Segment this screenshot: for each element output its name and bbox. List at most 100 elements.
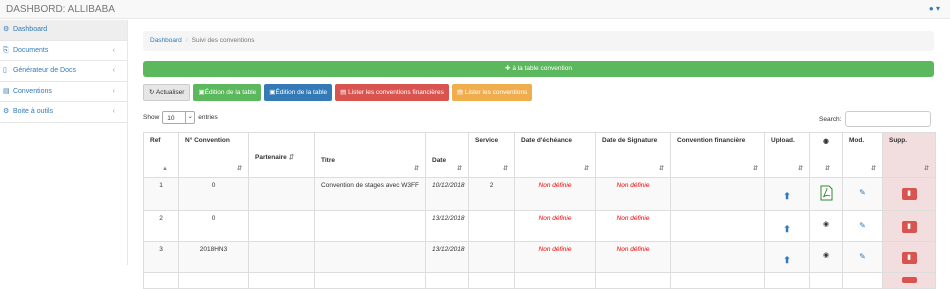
cell-financiere [670, 210, 765, 242]
sidebar-item-generateur[interactable]: ▯ Générateur de Docs ‹ [0, 61, 127, 82]
sort-icon: ⇵ [502, 166, 508, 172]
sidebar-item-label: Boite à outils [12, 108, 54, 115]
eye-icon: ◉ [823, 138, 829, 145]
cell-financiere [670, 177, 765, 211]
chevron-left-icon: ‹ [112, 46, 115, 54]
col-date[interactable]: Date ⇵ [425, 132, 469, 178]
col-upload[interactable]: Upload. ⇵ [764, 132, 810, 178]
search-box: Search: [819, 111, 932, 127]
cell-view [809, 272, 843, 289]
table-row [143, 272, 936, 289]
cell-supp [882, 272, 936, 289]
conventions-table: Ref ▲ N° Convention ⇵ Partenaire ⇵ Titre ⇵ … [143, 132, 936, 289]
sidebar-item-label: Documents [12, 46, 49, 54]
trash-button[interactable]: ▮ [901, 221, 917, 233]
cell-service [468, 210, 515, 242]
cell-partenaire [248, 177, 315, 211]
list-financial-label: Lister les conventions financières [348, 89, 444, 96]
chevron-down-icon: ⌄ [185, 112, 194, 123]
cell-titre: Convention de stages avec W3FF [314, 177, 426, 211]
trash-button[interactable]: ▮ [901, 252, 917, 264]
trash-icon: ▮ [907, 190, 911, 197]
eye-icon[interactable]: ◉ [823, 251, 829, 259]
col-titre[interactable]: Titre ⇵ [314, 132, 426, 178]
cell-signature [595, 272, 671, 289]
col-supp[interactable]: Supp. ⇵ [882, 132, 936, 178]
tools-icon: ⚙ [3, 108, 10, 115]
breadcrumb-home-link[interactable]: Dashboard [150, 37, 182, 44]
upload-icon[interactable]: ⬆ [783, 255, 791, 266]
file-icon: ▯ [3, 67, 7, 74]
col-view[interactable]: ◉ ⇵ [809, 132, 843, 178]
toolbar: ↻ Actualiser ▣Édition de la table ▣Éditi… [143, 84, 535, 101]
refresh-button[interactable]: ↻ Actualiser [143, 84, 191, 101]
cell-date: 10/12/2018 [425, 177, 469, 211]
header-label: Date d'échéance [521, 137, 573, 144]
trash-button[interactable] [901, 277, 917, 283]
cell-signature: Non définie [595, 177, 671, 211]
header-label: Upload. [771, 137, 795, 144]
plus-circle-icon: ✚ [505, 65, 511, 72]
edit-table-label: Édition de la table [275, 89, 328, 96]
upload-icon[interactable]: ⬆ [783, 191, 791, 202]
length-entries-label: entries [198, 114, 218, 121]
header-label: N° Convention [185, 137, 230, 144]
entries-select[interactable]: 10 ⌄ [162, 111, 196, 124]
edit-table-label: Édition de la table [204, 89, 257, 96]
search-label: Search: [819, 115, 842, 123]
user-menu[interactable]: ● ▾ [929, 4, 940, 13]
breadcrumb-current: Suivi des conventions [191, 37, 255, 44]
edit-table-button-green[interactable]: ▣Édition de la table [193, 84, 262, 101]
edit-table-button-blue[interactable]: ▣Édition de la table [264, 84, 333, 101]
sidebar-item-conventions[interactable]: ▤ Conventions ‹ [0, 82, 127, 102]
col-num-convention[interactable]: N° Convention ⇵ [178, 132, 249, 178]
cell-echeance: Non définie [514, 177, 596, 211]
add-convention-button[interactable]: ✚ à la table convention [143, 61, 934, 77]
chevron-left-icon: ‹ [112, 87, 115, 95]
col-date-echeance[interactable]: Date d'échéance ⇵ [514, 132, 596, 178]
pencil-icon[interactable]: ✎ [859, 221, 866, 230]
sort-icon: ⇵ [583, 166, 589, 172]
cell-service [468, 241, 515, 273]
cell-titre [314, 210, 426, 242]
length-menu: Show 10 ⌄ entries [143, 111, 218, 124]
chevron-down-icon: ▾ [935, 4, 940, 13]
pencil-icon[interactable]: ✎ [859, 252, 866, 261]
pencil-icon[interactable]: ✎ [859, 188, 866, 197]
chevron-left-icon: ‹ [112, 67, 115, 74]
cell-ref: 2 [143, 210, 179, 242]
search-input[interactable] [845, 111, 932, 127]
app-title[interactable]: DASHBORD: ALLIBABA [6, 4, 115, 15]
cell-ref: 1 [143, 177, 179, 211]
col-convention-financiere[interactable]: Convention financière ⇵ [670, 132, 765, 178]
list-conventions-button[interactable]: ▤ Lister les conventions [451, 84, 533, 101]
col-partenaire[interactable]: Partenaire ⇵ [248, 132, 315, 178]
cell-titre [314, 241, 426, 273]
sidebar: ⚙ Dashboard ⎘ Documents ‹ ▯ Générateur de… [0, 20, 128, 265]
col-date-signature[interactable]: Date de Signature ⇵ [595, 132, 671, 178]
col-service[interactable]: Service ⇵ [468, 132, 515, 178]
cell-view: ◉ [809, 241, 843, 273]
sidebar-item-documents[interactable]: ⎘ Documents ‹ [0, 41, 127, 61]
header-label: Service [475, 137, 499, 144]
trash-button[interactable]: ▮ [901, 188, 917, 200]
table-row: 3 2018HN3 13/12/2018 Non définie Non déf… [143, 241, 936, 273]
table-row: 1 0 Convention de stages avec W3FF 10/12… [143, 177, 936, 211]
pdf-icon[interactable] [820, 185, 833, 203]
col-ref[interactable]: Ref ▲ [143, 132, 179, 178]
dashboard-icon: ⚙ [3, 26, 10, 33]
sort-icon: ⇵ [236, 166, 242, 172]
refresh-label: Actualiser [155, 89, 185, 96]
sidebar-item-dashboard[interactable]: ⚙ Dashboard [0, 20, 127, 41]
cell-supp: ▮ [882, 177, 936, 211]
cell-mod: ✎ [842, 241, 883, 273]
cell-view [809, 177, 843, 211]
upload-icon[interactable]: ⬆ [783, 224, 791, 235]
cell-service: 2 [468, 177, 515, 211]
list-financial-button[interactable]: ▤ Lister les conventions financières [335, 84, 449, 101]
sort-icon: ⇵ [923, 166, 929, 172]
sidebar-item-outils[interactable]: ⚙ Boite à outils ‹ [0, 102, 127, 123]
eye-icon[interactable]: ◉ [823, 220, 829, 228]
sort-icon: ⇵ [752, 166, 758, 172]
col-mod[interactable]: Mod. ⇵ [842, 132, 883, 178]
